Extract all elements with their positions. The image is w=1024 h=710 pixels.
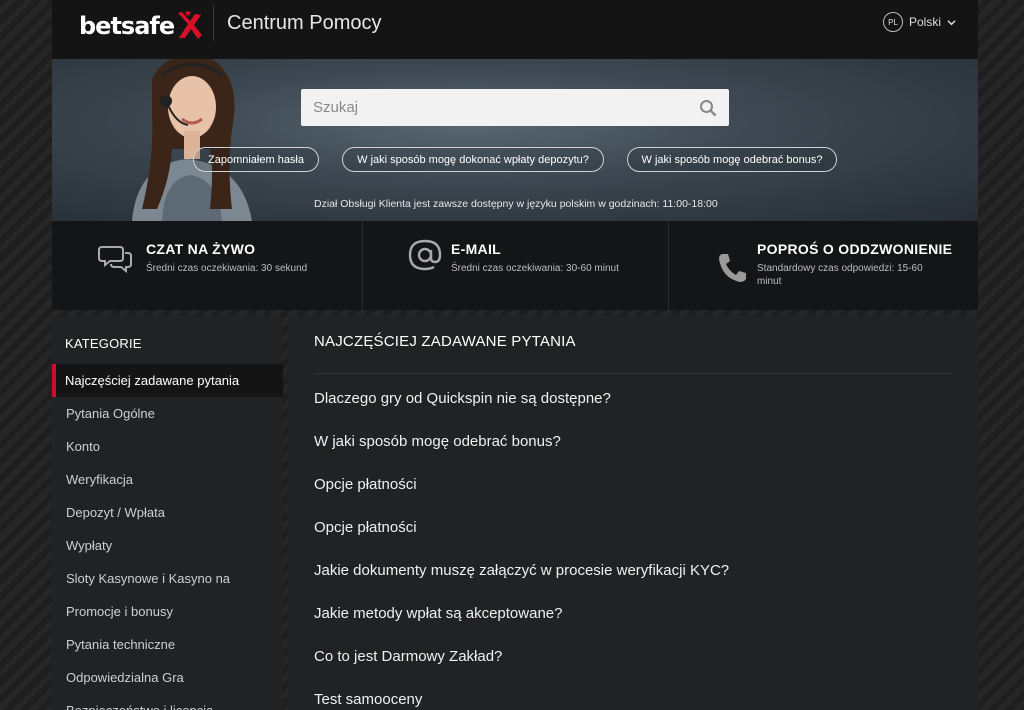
faq-question[interactable]: Test samooceny — [314, 691, 422, 708]
faq-panel: NAJCZĘŚCIEJ ZADAWANE PYTANIA Dlaczego gr… — [288, 316, 978, 710]
email-title: E-MAIL — [451, 241, 502, 257]
live-chat-wait: Średni czas oczekiwania: 30 sekund — [146, 263, 308, 274]
chevron-down-icon — [947, 19, 956, 25]
logo-text: betsafe — [79, 12, 175, 40]
faq-question[interactable]: Opcje płatności — [314, 519, 417, 536]
categories-sidebar: KATEGORIE Najczęściej zadawane pytania P… — [52, 316, 283, 710]
language-label: Polski — [908, 15, 941, 29]
sidebar-item-promotions[interactable]: Promocje i bonusy — [52, 595, 283, 628]
live-chat-title: CZAT NA ŻYWO — [146, 241, 256, 257]
sidebar-item-faq[interactable]: Najczęściej zadawane pytania — [52, 364, 283, 397]
page-frame: betsafe Centrum Pomocy PL Polski Szukaj … — [52, 0, 978, 710]
quick-link-bonus[interactable]: W jaki sposób mogę odebrać bonus? — [627, 147, 837, 172]
sidebar-item-account[interactable]: Konto — [52, 430, 283, 463]
support-hours-note: Dział Obsługi Klienta jest zawsze dostęp… — [314, 198, 718, 210]
betsafe-logo[interactable]: betsafe — [79, 9, 203, 43]
callback-title: POPROŚ O ODDZWONIENIE — [757, 241, 953, 257]
search-icon[interactable] — [699, 99, 717, 117]
logo-x-icon — [178, 11, 203, 39]
site-title: Centrum Pomocy — [227, 12, 382, 34]
faq-question[interactable]: Jakie dokumenty muszę załączyć w procesi… — [314, 562, 729, 579]
header-divider — [213, 5, 214, 41]
categories-heading: KATEGORIE — [65, 336, 142, 351]
search-bar[interactable] — [301, 89, 729, 126]
quick-link-deposit[interactable]: W jaki sposób mogę dokonać wpłaty depozy… — [342, 147, 604, 172]
faq-question[interactable]: W jaki sposób mogę odebrać bonus? — [314, 433, 561, 450]
language-selector[interactable]: PL Polski — [882, 12, 956, 32]
faq-question[interactable]: Dlaczego gry od Quickspin nie są dostępn… — [314, 390, 611, 407]
page-title: NAJCZĘŚCIEJ ZADAWANE PYTANIA — [314, 333, 576, 350]
phone-icon — [719, 254, 746, 282]
quick-link-forgot-password[interactable]: Zapomniałem hasła — [193, 147, 319, 172]
sidebar-item-responsible-gaming[interactable]: Odpowiedzialna Gra — [52, 661, 283, 694]
faq-question[interactable]: Co to jest Darmowy Zakład? — [314, 648, 502, 665]
callback-wait: Standardowy czas odpowiedzi: 15-60 minut — [757, 263, 923, 287]
sidebar-item-general[interactable]: Pytania Ogólne — [52, 397, 283, 430]
top-bar: betsafe Centrum Pomocy PL Polski — [52, 0, 978, 59]
faq-question[interactable]: Jakie metody wpłat są akceptowane? — [314, 605, 562, 622]
sidebar-item-withdrawals[interactable]: Wypłaty — [52, 529, 283, 562]
sidebar-item-technical[interactable]: Pytania techniczne — [52, 628, 283, 661]
contact-callback[interactable]: POPROŚ O ODDZWONIENIE Standardowy czas o… — [668, 221, 978, 310]
contact-live-chat[interactable]: CZAT NA ŻYWO Średni czas oczekiwania: 30… — [52, 221, 362, 310]
contact-email[interactable]: E-MAIL Średni czas oczekiwania: 30-60 mi… — [362, 221, 668, 310]
at-icon — [408, 239, 442, 271]
sidebar-item-deposit[interactable]: Depozyt / Wpłata — [52, 496, 283, 529]
chat-icon — [98, 246, 132, 274]
email-wait: Średni czas oczekiwania: 30-60 minut — [451, 263, 619, 274]
language-code-badge: PL — [882, 12, 903, 32]
sidebar-item-casino[interactable]: Sloty Kasynowe i Kasyno na — [52, 562, 283, 595]
title-divider — [314, 373, 952, 374]
contact-options: CZAT NA ŻYWO Średni czas oczekiwania: 30… — [52, 221, 978, 310]
faq-question[interactable]: Opcje płatności — [314, 476, 417, 493]
search-input[interactable] — [313, 99, 699, 116]
hero-banner: Zapomniałem hasła W jaki sposób mogę dok… — [52, 59, 978, 221]
support-agent-image — [132, 59, 252, 221]
sidebar-item-security[interactable]: Bezpieczeństwo i licencja — [52, 694, 283, 710]
sidebar-item-verification[interactable]: Weryfikacja — [52, 463, 283, 496]
